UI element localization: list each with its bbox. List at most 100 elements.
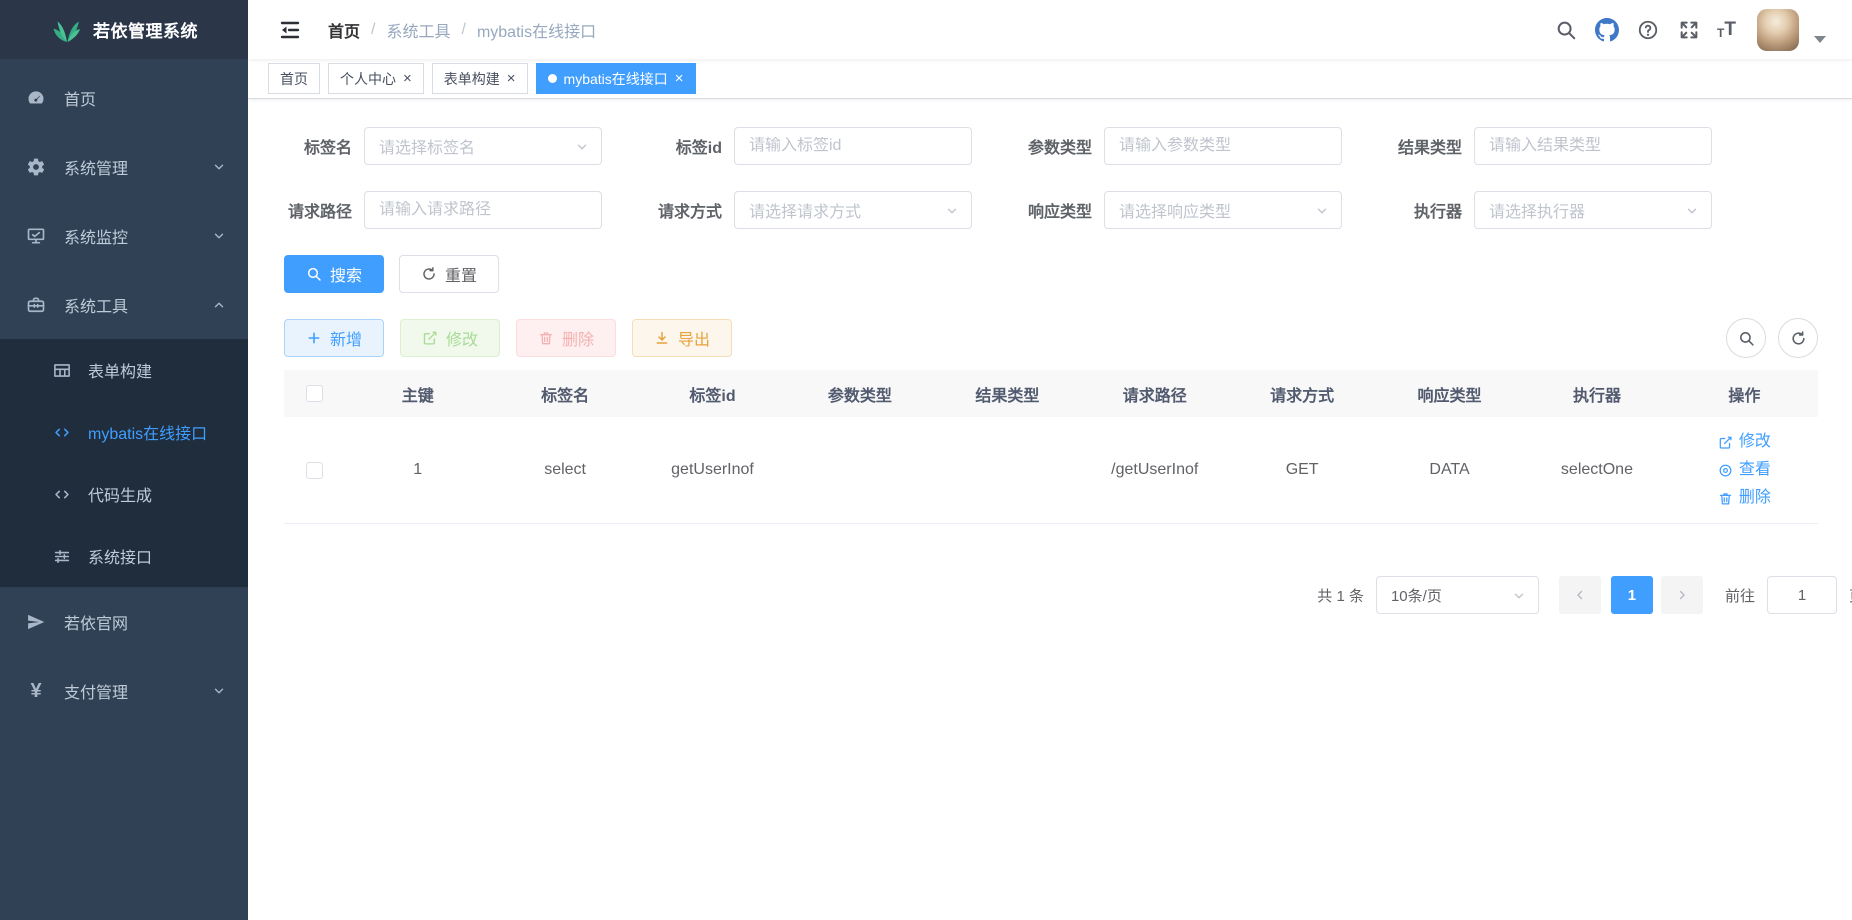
sidebar-item-home[interactable]: 首页 — [0, 63, 248, 132]
table-icon — [52, 361, 72, 380]
sidebar-item-system-manage[interactable]: 系统管理 — [0, 132, 248, 201]
tag-id-input[interactable] — [749, 137, 957, 155]
add-button[interactable]: 新增 — [284, 319, 384, 357]
sidebar-item-official-site[interactable]: 若依官网 — [0, 587, 248, 656]
row-edit-label: 修改 — [1739, 428, 1771, 456]
cell-primary-key: 1 — [344, 461, 491, 479]
column-header: 执行器 — [1523, 382, 1670, 406]
sidebar-item-form-builder[interactable]: 表单构建 — [0, 339, 248, 401]
search-button[interactable]: 搜索 — [284, 255, 384, 293]
export-button[interactable]: 导出 — [632, 319, 732, 357]
app-logo[interactable]: 若依管理系统 — [0, 0, 248, 59]
chevron-down-icon — [1315, 204, 1329, 218]
select-all-checkbox[interactable] — [306, 385, 323, 402]
prev-page-button[interactable] — [1559, 576, 1601, 614]
row-view-label: 查看 — [1739, 456, 1771, 484]
row-checkbox-cell — [284, 462, 344, 479]
help-icon[interactable] — [1635, 17, 1661, 43]
sidebar-item-payment-manage[interactable]: ¥ 支付管理 — [0, 656, 248, 725]
font-size-icon[interactable]: TT — [1717, 20, 1736, 39]
sidebar-collapse-icon[interactable] — [278, 18, 302, 42]
app-title: 若依管理系统 — [93, 17, 198, 42]
filter-tag-name: 标签名 请选择标签名 — [284, 127, 602, 165]
filter-row-2: 请求路径 请求方式 请选择请求方式 响应类型 请选择响应类型 执行器 请选择执行… — [284, 191, 1818, 229]
edit-button-label: 修改 — [446, 326, 478, 350]
request-path-input-wrap — [364, 191, 602, 229]
executor-select[interactable]: 请选择执行器 — [1474, 191, 1712, 229]
tag-id-input-wrap — [734, 127, 972, 165]
request-method-select[interactable]: 请选择请求方式 — [734, 191, 972, 229]
avatar[interactable] — [1757, 9, 1799, 51]
tag-mybatis-api[interactable]: mybatis在线接口 × — [536, 63, 696, 94]
close-icon[interactable]: × — [507, 71, 516, 86]
cell-executor: selectOne — [1523, 461, 1670, 479]
filter-label: 结果类型 — [1394, 134, 1462, 158]
chevron-down-icon — [575, 140, 589, 154]
export-button-label: 导出 — [678, 326, 710, 350]
next-page-button[interactable] — [1661, 576, 1703, 614]
page-size-select[interactable]: 10条/页 — [1376, 576, 1539, 614]
tag-home[interactable]: 首页 — [268, 63, 320, 94]
row-delete-link[interactable]: 删除 — [1671, 484, 1818, 512]
edit-button[interactable]: 修改 — [400, 319, 500, 357]
tag-name-select[interactable]: 请选择标签名 — [364, 127, 602, 165]
chevron-down-icon — [212, 684, 226, 698]
sidebar-item-label: 系统监控 — [64, 224, 212, 248]
tag-profile[interactable]: 个人中心 × — [328, 63, 424, 94]
goto-page-input[interactable] — [1767, 576, 1837, 614]
search-icon — [1738, 330, 1755, 347]
column-header: 结果类型 — [934, 382, 1081, 406]
filter-label: 请求路径 — [284, 198, 352, 222]
yen-icon: ¥ — [26, 681, 46, 701]
sidebar-item-system-api[interactable]: 系统接口 — [0, 525, 248, 587]
toolbox-icon — [26, 295, 46, 315]
request-path-input[interactable] — [379, 201, 587, 219]
chevron-left-icon — [1573, 588, 1587, 602]
close-icon[interactable]: × — [675, 71, 684, 86]
tags-view-bar: 首页 个人中心 × 表单构建 × mybatis在线接口 × — [248, 59, 1852, 99]
main-content: 标签名 请选择标签名 标签id 参数类型 结果类型 — [248, 100, 1852, 920]
sidebar-item-system-tools[interactable]: 系统工具 — [0, 270, 248, 339]
sidebar-item-system-monitor[interactable]: 系统监控 — [0, 201, 248, 270]
filter-label: 标签id — [654, 134, 722, 158]
select-placeholder: 请选择请求方式 — [749, 198, 861, 222]
chevron-right-icon — [1675, 588, 1689, 602]
fullscreen-icon[interactable] — [1676, 17, 1702, 43]
page-number-1[interactable]: 1 — [1611, 576, 1653, 614]
filter-label: 执行器 — [1394, 198, 1462, 222]
param-type-input[interactable] — [1119, 137, 1327, 155]
table-refresh-button[interactable] — [1778, 318, 1818, 358]
result-type-input-wrap — [1474, 127, 1712, 165]
row-checkbox[interactable] — [306, 462, 323, 479]
header-search-icon[interactable] — [1553, 17, 1579, 43]
column-header: 响应类型 — [1376, 382, 1523, 406]
select-placeholder: 请选择响应类型 — [1119, 198, 1231, 222]
sidebar-item-mybatis-api[interactable]: mybatis在线接口 — [0, 401, 248, 463]
table-search-button[interactable] — [1726, 318, 1766, 358]
refresh-icon — [1790, 330, 1807, 347]
logo-leaf-icon — [50, 15, 83, 45]
cell-actions: 修改 查看 删除 — [1671, 428, 1818, 512]
tag-form-builder[interactable]: 表单构建 × — [432, 63, 528, 94]
row-edit-link[interactable]: 修改 — [1671, 428, 1818, 456]
breadcrumb-current: mybatis在线接口 — [477, 18, 596, 42]
result-type-input[interactable] — [1489, 137, 1697, 155]
trash-icon — [538, 330, 554, 346]
sidebar-item-code-gen[interactable]: 代码生成 — [0, 463, 248, 525]
eye-icon — [1718, 463, 1733, 478]
reset-button[interactable]: 重置 — [399, 255, 499, 293]
column-header: 参数类型 — [786, 382, 933, 406]
close-icon[interactable]: × — [403, 71, 412, 86]
sidebar-submenu-system-tools: 表单构建 mybatis在线接口 代码生成 系统接口 — [0, 339, 248, 587]
github-icon[interactable] — [1594, 17, 1620, 43]
table-right-tools — [1726, 318, 1818, 358]
breadcrumb-home[interactable]: 首页 — [328, 18, 360, 42]
delete-button[interactable]: 删除 — [516, 319, 616, 357]
avatar-caret-down-icon[interactable] — [1814, 36, 1826, 43]
response-type-select[interactable]: 请选择响应类型 — [1104, 191, 1342, 229]
row-view-link[interactable]: 查看 — [1671, 456, 1818, 484]
header-checkbox-cell — [284, 385, 344, 402]
dashboard-icon — [26, 88, 46, 108]
sliders-icon — [52, 547, 72, 566]
tag-label: 首页 — [280, 69, 308, 89]
